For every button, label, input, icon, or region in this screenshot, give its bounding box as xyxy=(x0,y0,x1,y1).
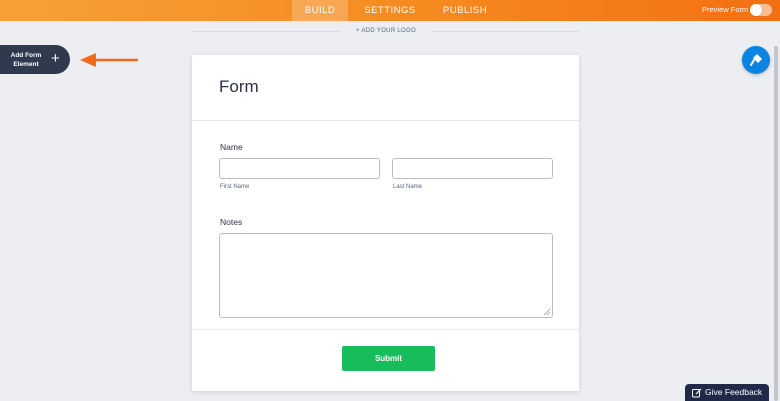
form-designer-button[interactable] xyxy=(742,46,770,74)
form-card: Form Name First Name Last Name Notes Sub… xyxy=(192,55,579,391)
header-divider xyxy=(192,120,579,121)
preview-form-toggle[interactable] xyxy=(750,4,772,16)
notes-field-label: Notes xyxy=(220,217,243,227)
tab-publish[interactable]: PUBLISH xyxy=(434,0,496,21)
add-form-element-button[interactable]: Add Form Element + xyxy=(0,45,70,74)
give-feedback-label: Give Feedback xyxy=(705,387,763,397)
resize-handle-icon[interactable] xyxy=(544,309,550,315)
submit-button[interactable]: Submit xyxy=(342,346,435,371)
builder-tabs: BUILD SETTINGS PUBLISH xyxy=(292,0,496,21)
tab-build[interactable]: BUILD xyxy=(292,0,348,21)
form-title[interactable]: Form xyxy=(219,77,259,97)
feedback-icon xyxy=(692,388,702,398)
tab-settings[interactable]: SETTINGS xyxy=(354,0,426,21)
first-name-input[interactable] xyxy=(219,158,380,179)
footer-divider xyxy=(192,329,579,330)
first-name-sublabel: First Name xyxy=(220,184,250,190)
give-feedback-button[interactable]: Give Feedback xyxy=(685,384,769,401)
paint-roller-icon xyxy=(750,54,762,66)
top-navigation-bar: BUILD SETTINGS PUBLISH Preview Form xyxy=(0,0,780,21)
plus-icon: + xyxy=(51,50,60,67)
notes-textarea[interactable] xyxy=(219,233,553,318)
last-name-input[interactable] xyxy=(392,158,553,179)
arrow-left-icon xyxy=(80,53,138,67)
last-name-sublabel: Last Name xyxy=(393,184,423,190)
page-scrollbar[interactable] xyxy=(774,46,778,401)
toggle-knob xyxy=(750,4,762,16)
name-field-label: Name xyxy=(220,142,243,152)
add-logo-link[interactable]: + ADD YOUR LOGO xyxy=(340,28,432,34)
add-form-element-label: Add Form Element xyxy=(10,52,42,68)
preview-form-label: Preview Form xyxy=(702,5,749,14)
